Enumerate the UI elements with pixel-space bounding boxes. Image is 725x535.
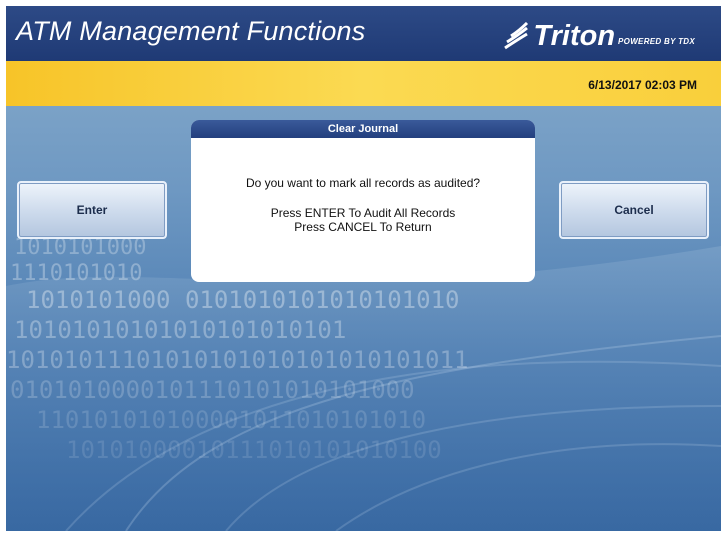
binary-row-5: 10101011101010101010101010101011 (6, 346, 468, 374)
binary-row-4: 10101010101010101010101 (14, 316, 346, 344)
brand-name: Triton (533, 20, 616, 52)
binary-row-2: 1110101010 (10, 261, 142, 286)
date-time: 6/13/2017 02:03 PM (588, 78, 697, 92)
brand-tagline: POWERED BY TDX (618, 37, 695, 46)
atm-screen: ATM Management Functions Triton POWERED … (6, 6, 721, 531)
enter-button[interactable]: Enter (17, 181, 167, 239)
clear-journal-dialog: Clear Journal Do you want to mark all re… (191, 120, 535, 282)
page-title: ATM Management Functions (16, 16, 366, 46)
binary-row-8: 10101000010111010101010100 (66, 436, 442, 464)
title-bar: ATM Management Functions Triton POWERED … (6, 6, 721, 61)
cancel-instruction: Press CANCEL To Return (294, 220, 432, 234)
cancel-button[interactable]: Cancel (559, 181, 709, 239)
enter-instruction: Press ENTER To Audit All Records (270, 206, 456, 220)
dialog-question: Do you want to mark all records as audit… (245, 176, 481, 190)
triton-logo: Triton POWERED BY TDX (503, 18, 695, 52)
dialog-title: Clear Journal (191, 120, 535, 138)
binary-row-6: 0101010000101110101010101000 (10, 376, 415, 404)
binary-row-7: 110101010100001011010101010 (36, 406, 426, 434)
triton-swoosh-icon (504, 22, 529, 50)
status-bar: 6/13/2017 02:03 PM (6, 61, 721, 106)
binary-row-3: 1010101000 0101010101010101010 (26, 286, 459, 314)
